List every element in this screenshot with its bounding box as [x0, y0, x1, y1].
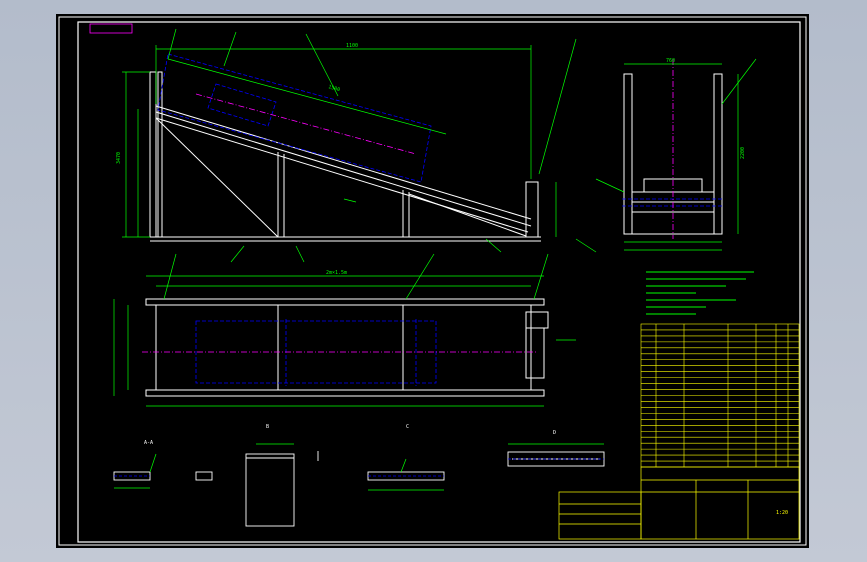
detail-hidden [114, 458, 604, 477]
scale-value: 1:20 [776, 510, 788, 516]
dim-top-span: 1100 [346, 43, 358, 49]
plan-view [145, 298, 549, 397]
section-label-0: A-A [144, 440, 153, 446]
side-dimensions [595, 58, 757, 251]
parts-list [640, 323, 800, 468]
outer-frame [58, 16, 807, 546]
drawing-canvas: 1100 1500 3470 760 2200 2m×1.5m A-A B C … [58, 16, 807, 546]
stamp-box [89, 23, 133, 34]
details [113, 451, 605, 527]
dim-base-len: 2m×1.5m [326, 270, 347, 276]
cad-viewport[interactable]: 1100 1500 3470 760 2200 2m×1.5m A-A B C … [0, 0, 867, 562]
dim-belt-len: 1500 [327, 84, 340, 93]
center-line [195, 93, 417, 155]
inner-frame [77, 21, 801, 543]
front-dimensions [122, 28, 597, 263]
title-block [558, 466, 800, 540]
drawing-sheet[interactable]: 1100 1500 3470 760 2200 2m×1.5m A-A B C … [56, 14, 809, 548]
dim-width-side: 760 [666, 58, 675, 64]
plan-hidden-belt [195, 319, 437, 386]
section-label-2: C [406, 424, 409, 430]
dim-height-total: 3470 [116, 152, 122, 164]
notes-lines [646, 271, 754, 315]
detail-dimensions [114, 443, 604, 491]
section-label-3: D [553, 430, 556, 436]
hidden-hopper [157, 53, 432, 183]
dim-height-side: 2200 [740, 147, 746, 159]
section-label-1: B [266, 424, 269, 430]
